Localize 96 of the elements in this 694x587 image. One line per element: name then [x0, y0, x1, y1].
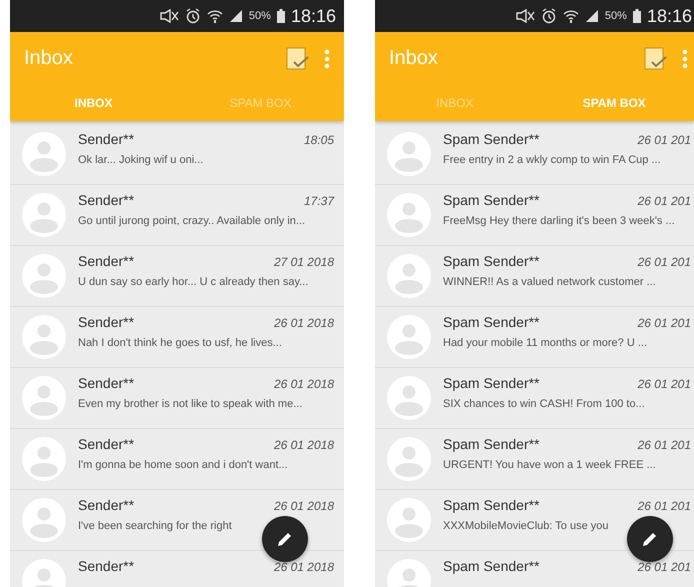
- message-preview: FreeMsg Hey there darling it's been 3 week's ...: [443, 214, 675, 229]
- signal-icon: [584, 9, 599, 23]
- avatar-icon: [387, 193, 431, 237]
- signal-icon: [228, 9, 243, 23]
- avatar-icon: [387, 498, 431, 542]
- alarm-icon: [184, 8, 201, 24]
- sender-name: Sender**: [78, 558, 134, 575]
- status-time: 18:16: [290, 6, 336, 26]
- sender-name: Sender**: [78, 131, 134, 148]
- avatar-icon: [22, 132, 66, 176]
- app-title: Inbox: [389, 47, 439, 70]
- avatar-icon: [387, 376, 431, 420]
- message-date: 26 01 2018: [274, 315, 334, 332]
- battery-icon: [276, 9, 285, 23]
- message-preview: Even my brother is not like to speak with me...: [78, 397, 302, 412]
- message-date: 26 01 201: [638, 315, 691, 332]
- message-date: 26 01 2018: [274, 498, 334, 515]
- message-preview: URGENT! You have won a 1 week FREE ...: [443, 458, 656, 473]
- avatar-icon: [387, 437, 431, 481]
- notes-check-icon[interactable]: [644, 46, 668, 70]
- message-date: 26 01 2018: [274, 559, 334, 576]
- message-preview: I've been searching for the right: [78, 519, 232, 534]
- sender-name: Spam Sender**: [443, 314, 540, 331]
- alarm-icon: [540, 8, 557, 24]
- avatar-icon: [387, 254, 431, 298]
- mute-icon: [158, 9, 179, 23]
- avatar-icon: [22, 193, 66, 237]
- sender-name: Spam Sender**: [443, 558, 540, 575]
- message-row[interactable]: Spam Sender** 26 01 201 Free entry in 2 a wkly comp to win FA Cup ...: [375, 124, 694, 185]
- sender-name: Sender**: [78, 436, 134, 453]
- avatar-icon: [387, 132, 431, 176]
- message-row[interactable]: Spam Sender** 26 01 201 Had your mobile 11 months or more? U ...: [375, 307, 694, 368]
- message-row[interactable]: Spam Sender** 26 01 201 FreeMsg Hey there darling it's been 3 week's ...: [375, 185, 694, 246]
- sender-name: Spam Sender**: [443, 131, 540, 148]
- message-preview: Nah I don't think he goes to usf, he lives...: [78, 336, 282, 351]
- pencil-icon: [276, 530, 294, 548]
- avatar-icon: [22, 376, 66, 420]
- message-row[interactable]: Sender** 17:37 Go until jurong point, crazy.. Available only in...: [10, 185, 344, 246]
- message-date: 26 01 201: [638, 376, 691, 393]
- message-preview: XXXMobileMovieClub: To use you: [443, 519, 608, 534]
- avatar-icon: [22, 437, 66, 481]
- message-preview: I'm gonna be home soon and i don't want...: [78, 458, 288, 473]
- pencil-icon: [641, 530, 659, 548]
- avatar-icon: [22, 254, 66, 298]
- wifi-icon: [562, 8, 579, 24]
- message-preview: Ok lar... Joking wif u oni...: [78, 153, 204, 168]
- sender-name: Sender**: [78, 375, 134, 392]
- message-row[interactable]: Spam Sender** 26 01 201 SIX chances to win CASH! From 100 to...: [375, 368, 694, 429]
- message-row[interactable]: Sender** 27 01 2018 U dun say so early hor... U c already then say...: [10, 246, 344, 307]
- sender-name: Spam Sender**: [443, 253, 540, 270]
- message-date: 26 01 2018: [274, 437, 334, 454]
- menu-icon[interactable]: [324, 48, 330, 68]
- message-row[interactable]: Spam Sender** 26 01 201 WINNER!! As a valued network customer ...: [375, 246, 694, 307]
- message-row[interactable]: Sender** 26 01 2018 I'm gonna be home soon and i don't want...: [10, 429, 344, 490]
- avatar-icon: [387, 315, 431, 359]
- sender-name: Spam Sender**: [443, 436, 540, 453]
- sender-name: Sender**: [78, 253, 134, 270]
- message-date: 17:37: [304, 193, 334, 210]
- sender-name: Sender**: [78, 314, 134, 331]
- message-preview: U dun say so early hor... U c already then say...: [78, 275, 308, 290]
- sender-name: Spam Sender**: [443, 497, 540, 514]
- message-preview: Go until jurong point, crazy.. Available only in...: [78, 214, 306, 229]
- sender-name: Spam Sender**: [443, 192, 540, 209]
- message-row[interactable]: Sender** 26 01 2018 Nah I don't think he goes to usf, he lives...: [10, 307, 344, 368]
- message-date: 26 01 201: [638, 559, 691, 576]
- avatar-icon: [22, 315, 66, 359]
- message-row[interactable]: Spam Sender** 26 01 201 URGENT! You have won a 1 week FREE ...: [375, 429, 694, 490]
- message-preview: Had your mobile 11 months or more? U ...: [443, 336, 647, 351]
- battery-percentage: 50%: [248, 10, 271, 22]
- message-row[interactable]: Sender** 18:05 Ok lar... Joking wif u oni...: [10, 124, 344, 185]
- status-time: 18:16: [646, 6, 692, 26]
- message-date: 26 01 201: [638, 437, 691, 454]
- app-title: Inbox: [24, 47, 74, 70]
- notes-check-icon[interactable]: [286, 46, 310, 70]
- mute-icon: [514, 9, 535, 23]
- sender-name: Sender**: [78, 192, 134, 209]
- battery-icon: [632, 9, 641, 23]
- message-row[interactable]: Sender** 26 01 2018 Even my brother is not like to speak with me...: [10, 368, 344, 429]
- message-preview: SIX chances to win CASH! From 100 to...: [443, 397, 645, 412]
- compose-button[interactable]: [627, 516, 673, 562]
- avatar-icon: [22, 498, 66, 542]
- message-date: 26 01 201: [638, 132, 691, 149]
- message-preview: WINNER!! As a valued network customer ...: [443, 275, 656, 290]
- message-date: 26 01 201: [638, 193, 691, 210]
- message-date: 18:05: [304, 132, 334, 149]
- menu-icon[interactable]: [682, 48, 688, 68]
- message-date: 27 01 2018: [274, 254, 334, 271]
- compose-button[interactable]: [262, 516, 308, 562]
- message-preview: Free entry in 2 a wkly comp to win FA Cup ...: [443, 153, 661, 168]
- message-date: 26 01 201: [638, 498, 691, 515]
- sender-name: Sender**: [78, 497, 134, 514]
- message-date: 26 01 201: [638, 254, 691, 271]
- wifi-icon: [206, 8, 223, 24]
- battery-percentage: 50%: [604, 10, 627, 22]
- sender-name: Spam Sender**: [443, 375, 540, 392]
- message-date: 26 01 2018: [274, 376, 334, 393]
